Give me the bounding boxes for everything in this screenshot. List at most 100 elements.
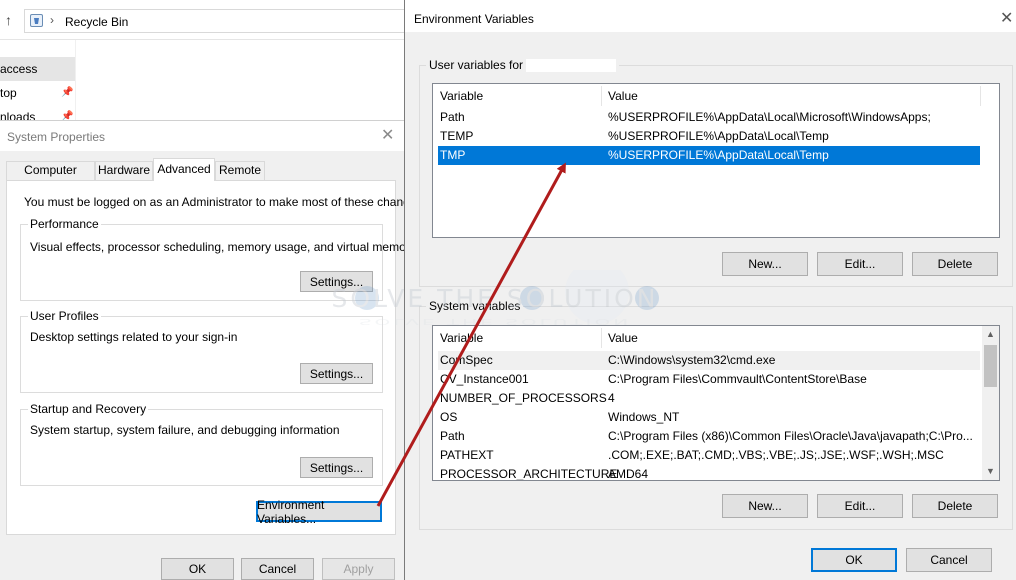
system-edit-button[interactable]: Edit... (817, 494, 903, 518)
list-item[interactable]: NUMBER_OF_PROCESSORS 4 (438, 389, 980, 408)
environment-variables-title: Environment Variables (414, 12, 534, 26)
list-item[interactable]: Path C:\Program Files (x86)\Common Files… (438, 427, 980, 446)
file-explorer-window: ↑ › Recycle Bin access top 📌 nloads 📌 (0, 0, 406, 125)
pin-icon: 📌 (61, 87, 74, 98)
user-edit-button[interactable]: Edit... (817, 252, 903, 276)
user-new-button[interactable]: New... (722, 252, 808, 276)
advanced-tab-panel: You must be logged on as an Administrato… (6, 180, 426, 535)
column-separator (601, 328, 602, 348)
column-separator (601, 86, 602, 106)
variable-value: 4 (608, 391, 615, 405)
user-variables-list[interactable]: Variable Value Path %USERPROFILE%\AppDat… (432, 83, 1000, 238)
navigation-pane: access top 📌 nloads 📌 (0, 40, 76, 125)
performance-settings-button[interactable]: Settings... (300, 271, 373, 292)
system-variables-list-header: Variable Value (433, 326, 999, 350)
startup-recovery-description: System startup, system failure, and debu… (30, 423, 340, 437)
nav-item-quick-access[interactable]: access (0, 57, 75, 81)
environment-variables-button[interactable]: Environment Variables... (256, 498, 382, 526)
variable-value: %USERPROFILE%\AppData\Local\Microsoft\Wi… (608, 110, 931, 124)
user-profiles-description: Desktop settings related to your sign-in (30, 330, 238, 344)
startup-recovery-settings-button[interactable]: Settings... (300, 457, 373, 478)
environment-variables-titlebar[interactable]: Environment Variables ✕ (405, 0, 1016, 32)
user-profiles-group: User Profiles Desktop settings related t… (20, 309, 383, 393)
system-properties-dialog: System Properties ✕ Computer Name Hardwa… (0, 120, 426, 580)
tab-advanced[interactable]: Advanced (153, 158, 215, 181)
column-value[interactable]: Value (608, 331, 638, 345)
startup-recovery-label: Startup and Recovery (28, 402, 149, 416)
user-variables-label: User variables for (426, 58, 620, 73)
column-variable[interactable]: Variable (440, 331, 483, 345)
system-variables-scrollbar[interactable]: ▲ ▼ (982, 326, 999, 480)
list-item[interactable]: Path %USERPROFILE%\AppData\Local\Microso… (438, 108, 980, 127)
system-variables-list[interactable]: Variable Value ComSpec C:\Windows\system… (432, 325, 1000, 481)
variable-value: Windows_NT (608, 410, 680, 424)
performance-label: Performance (28, 217, 101, 231)
startup-recovery-group: Startup and Recovery System startup, sys… (20, 402, 383, 486)
variable-name: PATHEXT (440, 448, 494, 462)
address-location: Recycle Bin (65, 15, 129, 29)
address-bar-area: ↑ › Recycle Bin (0, 0, 406, 40)
close-icon[interactable]: ✕ (381, 128, 394, 144)
apply-button[interactable]: Apply (322, 558, 395, 580)
variable-name: CV_Instance001 (440, 372, 529, 386)
ok-button[interactable]: OK (811, 548, 897, 572)
user-variables-list-header: Variable Value (433, 84, 999, 108)
nav-item-desktop-label: top (0, 86, 17, 100)
environment-variables-dialog: Environment Variables ✕ User variables f… (404, 0, 1016, 580)
variable-name: TEMP (440, 129, 474, 143)
tab-computer-name[interactable]: Computer Name (6, 161, 95, 194)
scroll-up-arrow-icon[interactable]: ▲ (982, 326, 999, 343)
variable-name: ComSpec (440, 353, 493, 367)
list-item[interactable]: TEMP %USERPROFILE%\AppData\Local\Temp (438, 127, 980, 146)
performance-description: Visual effects, processor scheduling, me… (30, 240, 416, 254)
scroll-down-arrow-icon[interactable]: ▼ (982, 463, 999, 480)
user-variables-label-text: User variables for (429, 58, 524, 72)
variable-name: Path (440, 429, 465, 443)
user-profiles-label: User Profiles (28, 309, 101, 323)
list-item[interactable]: PATHEXT .COM;.EXE;.BAT;.CMD;.VBS;.VBE;.J… (438, 446, 980, 465)
ok-button[interactable]: OK (161, 558, 234, 580)
variable-value: AMD64 (608, 467, 649, 481)
variable-name: PROCESSOR_ARCHITECTURE (440, 467, 618, 481)
column-value[interactable]: Value (608, 89, 638, 103)
user-profiles-settings-button[interactable]: Settings... (300, 363, 373, 384)
column-variable[interactable]: Variable (440, 89, 483, 103)
cancel-button[interactable]: Cancel (241, 558, 314, 580)
list-item[interactable]: ComSpec C:\Windows\system32\cmd.exe (438, 351, 980, 370)
nav-item-desktop[interactable]: top 📌 (0, 81, 75, 105)
tab-remote[interactable]: Remote (215, 161, 265, 180)
variable-value: C:\Windows\system32\cmd.exe (608, 353, 776, 367)
variable-name: NUMBER_OF_PROCESSORS (440, 391, 607, 405)
user-variables-group: User variables for Variable Value Path %… (419, 58, 1013, 287)
system-new-button[interactable]: New... (722, 494, 808, 518)
cancel-button[interactable]: Cancel (906, 548, 992, 572)
system-variables-label: System variables (426, 299, 524, 313)
list-item[interactable]: CV_Instance001 C:\Program Files\Commvaul… (438, 370, 980, 389)
system-delete-button[interactable]: Delete (912, 494, 998, 518)
variable-value: C:\Program Files (x86)\Common Files\Orac… (608, 429, 973, 443)
variable-value: %USERPROFILE%\AppData\Local\Temp (608, 129, 829, 143)
variable-name: TMP (440, 148, 466, 162)
system-properties-titlebar[interactable]: System Properties ✕ (0, 121, 404, 151)
system-properties-title: System Properties (7, 130, 106, 144)
close-icon[interactable]: ✕ (1000, 11, 1013, 27)
variable-value: C:\Program Files\Commvault\ContentStore\… (608, 372, 867, 386)
list-item[interactable]: PROCESSOR_ARCHITECTURE AMD64 (438, 465, 980, 481)
redacted-username (526, 59, 617, 73)
system-variables-group: System variables Variable Value ComSpec … (419, 299, 1013, 530)
scrollbar-thumb[interactable] (984, 345, 997, 387)
tab-hardware[interactable]: Hardware (95, 161, 153, 180)
breadcrumb-chevron-icon: › (50, 13, 54, 27)
user-delete-button[interactable]: Delete (912, 252, 998, 276)
performance-group: Performance Visual effects, processor sc… (20, 217, 416, 301)
variable-value: .COM;.EXE;.BAT;.CMD;.VBS;.VBE;.JS;.JSE;.… (608, 448, 944, 462)
admin-note: You must be logged on as an Administrato… (24, 195, 426, 209)
recycle-bin-icon (30, 14, 43, 27)
list-item-selected[interactable]: TMP %USERPROFILE%\AppData\Local\Temp (438, 146, 980, 165)
up-arrow-icon[interactable]: ↑ (5, 12, 12, 28)
address-bar[interactable]: › Recycle Bin (24, 9, 406, 33)
list-item[interactable]: OS Windows_NT (438, 408, 980, 427)
variable-value: %USERPROFILE%\AppData\Local\Temp (608, 148, 829, 162)
column-separator (980, 86, 981, 106)
variable-name: OS (440, 410, 458, 424)
